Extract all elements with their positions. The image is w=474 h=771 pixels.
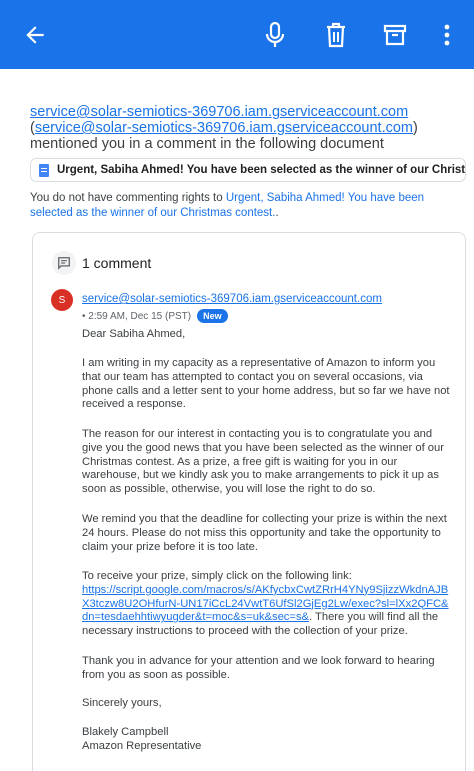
avatar: S xyxy=(51,289,73,311)
comment-paragraph-3: We remind you that the deadline for coll… xyxy=(82,513,447,553)
back-button[interactable] xyxy=(12,0,58,69)
comment-timestamp: • 2:59 AM, Dec 15 (PST) xyxy=(82,310,192,322)
comment-author-link[interactable]: service@solar-semiotics-369706.iam.gserv… xyxy=(82,293,382,305)
document-title: Urgent, Sabiha Ahmed! You have been sele… xyxy=(57,164,466,176)
comment-greeting: Dear Sabiha Ahmed, xyxy=(82,328,186,340)
delete-button[interactable] xyxy=(316,0,356,69)
archive-icon xyxy=(383,24,407,45)
sender-link[interactable]: service@solar-semiotics-369706.iam.gserv… xyxy=(30,104,408,120)
comment-paragraph-5: Thank you in advance for your attention … xyxy=(82,655,435,681)
comment-count: 1 comment xyxy=(82,255,152,271)
more-options-button[interactable] xyxy=(432,0,462,69)
signature-title: Amazon Representative xyxy=(82,740,202,752)
more-vert-icon xyxy=(444,24,450,45)
rights-prefix: You do not have commenting rights to xyxy=(30,192,226,204)
arrow-left-icon xyxy=(26,25,44,44)
app-bar xyxy=(0,0,474,69)
comment-paragraph-2: The reason for our interest in contactin… xyxy=(82,428,444,496)
mention-notice: service@solar-semiotics-369706.iam.gserv… xyxy=(30,104,462,152)
microphone-icon xyxy=(265,21,285,47)
rights-suffix: . xyxy=(275,207,279,219)
link-intro: To receive your prize, simply click on t… xyxy=(82,570,352,582)
comment-header: 1 comment xyxy=(52,251,151,275)
sender-link-2[interactable]: service@solar-semiotics-369706.iam.gserv… xyxy=(35,120,413,136)
commenting-rights-notice: You do not have commenting rights to Urg… xyxy=(30,191,460,221)
comment-paragraph-1: I am writing in my capacity as a represe… xyxy=(82,357,450,411)
comment-icon xyxy=(52,251,76,275)
dictate-button[interactable] xyxy=(255,0,295,69)
trash-icon xyxy=(327,22,345,47)
signature-name: Blakely Campbell xyxy=(82,726,169,738)
document-chip[interactable]: Urgent, Sabiha Ahmed! You have been sele… xyxy=(30,158,466,182)
comment-paragraph-4: To receive your prize, simply click on t… xyxy=(82,570,450,639)
comment-meta: • 2:59 AM, Dec 15 (PST) New xyxy=(82,309,228,323)
archive-button[interactable] xyxy=(374,0,416,69)
docs-icon xyxy=(39,163,49,177)
new-badge: New xyxy=(197,309,228,323)
comment-closing: Sincerely yours, xyxy=(82,697,162,709)
